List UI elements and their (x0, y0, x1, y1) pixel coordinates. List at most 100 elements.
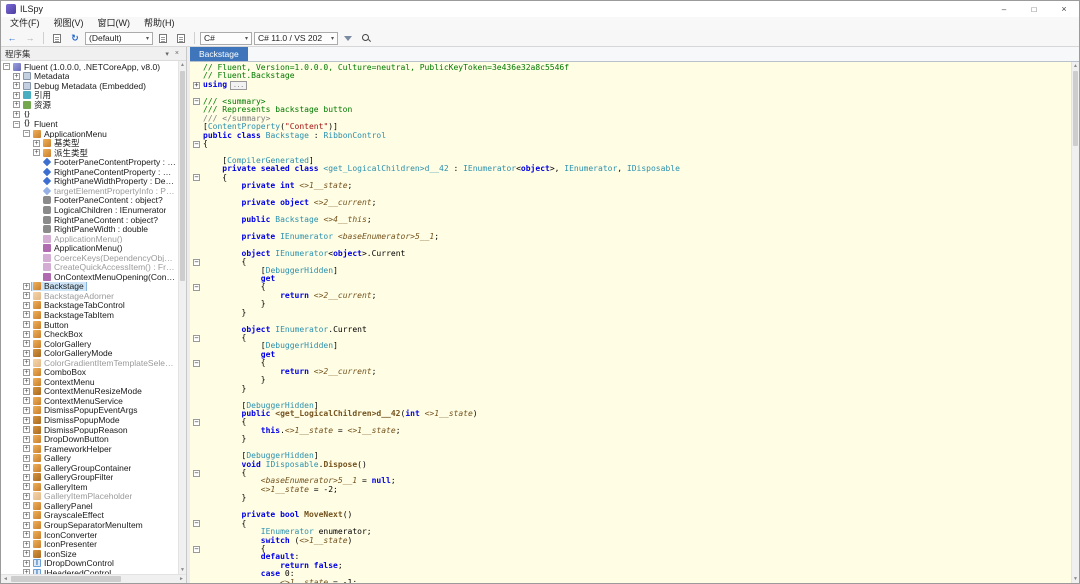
expand-icon[interactable]: + (23, 511, 30, 519)
expand-icon[interactable]: + (23, 397, 30, 405)
fold-marker[interactable]: − (190, 520, 203, 528)
fold-marker[interactable]: − (190, 359, 203, 368)
language-version-dropdown[interactable]: C# 11.0 / VS 202 ▾ (254, 31, 338, 45)
expand-icon[interactable]: + (23, 464, 30, 472)
scroll-down-icon[interactable]: ▼ (179, 567, 186, 573)
tree-item[interactable]: + GalleryItem (1, 482, 178, 492)
tree-item[interactable]: + Gallery (1, 453, 178, 463)
tree-item[interactable]: + GalleryPanel (1, 501, 178, 511)
expand-icon[interactable]: + (23, 406, 30, 414)
expand-icon[interactable]: + (23, 321, 30, 329)
scrollbar-thumb[interactable] (11, 576, 121, 582)
scroll-down-icon[interactable]: ▼ (1072, 576, 1079, 582)
tree-item[interactable]: + DismissPopupReason (1, 425, 178, 434)
refresh-button[interactable]: ↻ (67, 31, 83, 45)
expand-icon[interactable]: + (23, 282, 30, 290)
tree-item[interactable]: + IconConverter (1, 530, 178, 539)
fold-marker[interactable]: − (190, 334, 203, 342)
expand-icon[interactable]: + (23, 311, 30, 319)
expand-icon[interactable]: + (13, 72, 20, 80)
fold-marker[interactable]: − (190, 283, 203, 292)
fold-marker[interactable]: − (190, 174, 203, 182)
tree-item[interactable]: + DropDownButton (1, 434, 178, 444)
tree-item[interactable]: + Metadata (1, 72, 178, 81)
tree-item[interactable]: FooterPaneContent : object? (1, 196, 178, 205)
forward-button[interactable]: → (22, 31, 38, 45)
expand-icon[interactable]: + (23, 340, 30, 348)
open-file-icon[interactable] (49, 31, 65, 45)
expand-icon[interactable]: + (23, 483, 30, 491)
tree-item[interactable]: + ContextMenuService (1, 396, 178, 406)
assembly-tree[interactable]: − Fluent (1.0.0.0, .NETCoreApp, v8.0) + Met… (1, 61, 178, 574)
fold-marker[interactable]: + (190, 81, 203, 89)
expand-icon[interactable]: + (23, 330, 30, 338)
tree-item[interactable]: + IconSize (1, 549, 178, 558)
tree-item[interactable]: + GalleryGroupContainer (1, 463, 178, 473)
menu-window[interactable]: 窗口(W) (91, 17, 138, 30)
scrollbar-thumb[interactable] (180, 71, 185, 281)
tree-item[interactable]: ApplicationMenu() (1, 243, 178, 253)
expand-icon[interactable]: + (23, 387, 30, 395)
assembly-list-dropdown[interactable]: (Default) ▾ (85, 31, 153, 45)
expand-icon[interactable]: + (23, 416, 30, 424)
tree-item[interactable]: + ContextMenuResizeMode (1, 387, 178, 396)
tree-item[interactable]: CreateQuickAccessItem() : FrameworkEleme… (1, 262, 178, 272)
sort-icon[interactable] (155, 31, 171, 45)
code-view[interactable]: // Fluent, Version=1.0.0.0, Culture=neut… (190, 62, 1071, 583)
tree-item[interactable]: + {} (1, 110, 178, 120)
tree-item[interactable]: + DismissPopupEventArgs (1, 406, 178, 415)
expand-icon[interactable]: + (23, 502, 30, 510)
expand-icon[interactable]: + (23, 550, 30, 558)
scroll-left-icon[interactable]: ◄ (1, 575, 10, 583)
tree-item[interactable]: CoerceKeys(DependencyObject, object) : o… (1, 253, 178, 262)
tree-item[interactable]: FooterPaneContentProperty : DependencyPr… (1, 157, 178, 167)
panel-close-icon[interactable]: × (172, 50, 182, 57)
tree-item[interactable]: + ContextMenu (1, 377, 178, 387)
tree-item[interactable]: + IconPresenter (1, 539, 178, 549)
tree-item[interactable]: −{} Fluent (1, 119, 178, 129)
menu-view[interactable]: 视图(V) (47, 17, 91, 30)
split-pane-icon[interactable] (173, 31, 189, 45)
expand-icon[interactable]: + (23, 521, 30, 529)
tree-item[interactable]: − Fluent (1.0.0.0, .NETCoreApp, v8.0) (1, 62, 178, 72)
expand-icon[interactable]: + (23, 349, 30, 357)
tree-item[interactable]: RightPaneWidthProperty : DependencyPrope… (1, 177, 178, 186)
minimize-button[interactable]: – (989, 1, 1019, 17)
tree-item[interactable]: LogicalChildren : IEnumerator (1, 205, 178, 215)
expand-icon[interactable]: + (23, 292, 30, 300)
search-button[interactable] (358, 31, 374, 45)
tree-item[interactable]: + FrameworkHelper (1, 444, 178, 453)
menu-file[interactable]: 文件(F) (3, 17, 47, 30)
collapse-icon[interactable]: − (13, 120, 20, 128)
tree-item[interactable]: + Button (1, 320, 178, 329)
expand-icon[interactable]: + (23, 301, 30, 309)
expand-icon[interactable]: + (23, 359, 30, 367)
expand-icon[interactable]: + (23, 540, 30, 548)
tree-item[interactable]: + Backstage (1, 281, 178, 292)
tree-item[interactable]: + Debug Metadata (Embedded) (1, 81, 178, 91)
tree-item[interactable]: + BackstageTabControl (1, 301, 178, 310)
tree-item[interactable]: OnContextMenuOpening(ContextMenuEventArg… (1, 272, 178, 282)
expand-icon[interactable]: + (13, 101, 20, 109)
fold-marker[interactable]: − (190, 98, 203, 106)
tree-item[interactable]: + ComboBox (1, 368, 178, 377)
fold-marker[interactable]: − (190, 469, 203, 477)
fold-marker[interactable]: − (190, 140, 203, 148)
back-button[interactable]: ← (4, 31, 20, 45)
expand-icon[interactable]: + (23, 378, 30, 386)
expand-icon[interactable]: + (23, 473, 30, 481)
code-vertical-scrollbar[interactable]: ▲ ▼ (1071, 62, 1079, 583)
menu-help[interactable]: 帮助(H) (137, 17, 182, 30)
tree-item[interactable]: + GalleryItemPlaceholder (1, 492, 178, 501)
maximize-button[interactable]: □ (1019, 1, 1049, 17)
tree-item[interactable]: RightPaneWidth : double (1, 224, 178, 234)
close-button[interactable]: × (1049, 1, 1079, 17)
fold-marker[interactable]: − (190, 418, 203, 427)
tree-item[interactable]: RightPaneContentProperty : DependencyPro… (1, 167, 178, 177)
expand-icon[interactable]: + (23, 559, 30, 567)
scroll-up-icon[interactable]: ▲ (1072, 63, 1079, 69)
tree-item[interactable]: RightPaneContent : object? (1, 215, 178, 224)
collapse-icon[interactable]: − (3, 63, 10, 71)
scroll-right-icon[interactable]: ► (177, 575, 186, 583)
tree-item[interactable]: − ApplicationMenu (1, 129, 178, 138)
